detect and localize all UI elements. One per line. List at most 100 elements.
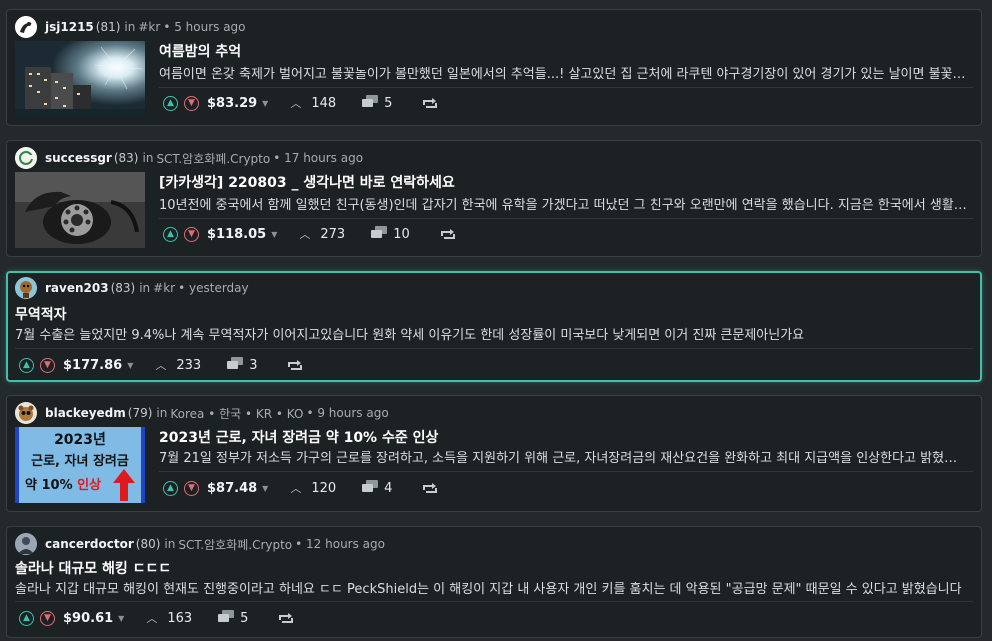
community-link[interactable]: SCT.암호화폐.Crypto (156, 150, 270, 167)
thumbnail-line3-a: 약 10% (25, 478, 73, 493)
votes-count[interactable]: ︿ 148 (290, 95, 336, 111)
chevron-up-circle-icon[interactable]: ▲ (163, 480, 178, 496)
community-link[interactable]: Korea • 한국 • KR • KO (170, 405, 303, 422)
post-title[interactable]: 솔라나 대규모 해킹 ㄷㄷㄷ (15, 558, 965, 578)
community-link[interactable]: #kr (138, 20, 160, 34)
reblog-icon[interactable] (287, 359, 303, 372)
community-link[interactable]: #kr (153, 281, 175, 295)
chevron-down-circle-icon[interactable]: ▼ (184, 95, 199, 111)
reblog-icon[interactable] (422, 482, 438, 495)
chevron-up-circle-icon[interactable]: ▲ (19, 610, 34, 626)
reblog-icon[interactable] (422, 97, 438, 110)
in-label: in (156, 406, 168, 420)
divider (159, 471, 973, 472)
in-label: in (142, 151, 154, 165)
author-reputation: (79) (127, 406, 153, 420)
chevron-down-circle-icon[interactable]: ▼ (184, 226, 199, 242)
community-link[interactable]: SCT.암호화폐.Crypto (178, 536, 292, 553)
votes-count[interactable]: ︿ 233 (155, 357, 201, 373)
comments-icon (362, 479, 379, 497)
divider (159, 218, 973, 219)
chevron-up-icon: ︿ (299, 228, 311, 241)
post-meta: successgr (83) in SCT.암호화폐.Crypto • 17 h… (15, 146, 363, 170)
votes-number: 233 (176, 357, 202, 373)
author-reputation: (80) (135, 537, 161, 551)
post-card[interactable]: successgr (83) in SCT.암호화폐.Crypto • 17 h… (6, 140, 982, 257)
post-card[interactable]: jsj1215 (81) in #kr • 5 hours ago 여름밤의 추… (6, 9, 982, 126)
post-excerpt[interactable]: 솔라나 지갑 대규모 해킹이 현재도 진행중이라고 하네요 ㄷㄷ PeckShi… (15, 578, 965, 597)
chevron-down-circle-icon[interactable]: ▼ (40, 357, 55, 373)
avatar[interactable] (15, 533, 37, 555)
post-excerpt[interactable]: 여름이면 온갖 축제가 벌어지고 불꽃놀이가 볼만했던 일본에서의 추억들...… (159, 63, 969, 82)
arrow-up-icon (113, 469, 135, 501)
author-link[interactable]: raven203 (45, 281, 109, 295)
payout-dropdown-icon[interactable]: ▼ (262, 484, 268, 493)
avatar[interactable] (15, 277, 37, 299)
payout-value[interactable]: $90.61 (63, 611, 113, 626)
post-thumbnail[interactable]: 2023년 근로, 자녀 장려금 약 10% 인상 (15, 427, 145, 503)
post-thumbnail[interactable] (15, 41, 145, 117)
votes-count[interactable]: ︿ 273 (299, 226, 345, 242)
post-meta: cancerdoctor (80) in SCT.암호화폐.Crypto • 1… (15, 532, 385, 556)
post-excerpt[interactable]: 7월 수출은 늘었지만 9.4%나 계속 무역적자가 이어지고있습니다 원화 약… (15, 324, 965, 343)
post-time: • yesterday (178, 281, 249, 295)
payout-value[interactable]: $118.05 (207, 227, 266, 242)
payout-value[interactable]: $87.48 (207, 481, 257, 496)
chevron-up-icon: ︿ (146, 612, 158, 625)
comments-count[interactable]: 10 (371, 225, 410, 243)
post-title[interactable]: 무역적자 (15, 304, 965, 324)
post-actions: ▲ ▼ $90.61 ▼ ︿ 163 5 (19, 607, 294, 629)
post-card[interactable]: cancerdoctor (80) in SCT.암호화폐.Crypto • 1… (6, 526, 982, 638)
avatar[interactable] (15, 147, 37, 169)
author-reputation: (83) (113, 151, 139, 165)
reblog-icon[interactable] (278, 612, 294, 625)
chevron-down-circle-icon[interactable]: ▼ (184, 480, 199, 496)
post-title[interactable]: 2023년 근로, 자녀 장려금 약 10% 수준 인상 (159, 427, 969, 447)
chevron-down-circle-icon[interactable]: ▼ (40, 610, 55, 626)
post-card[interactable]: raven203 (83) in #kr • yesterday 무역적자 7월… (6, 271, 982, 382)
comments-count[interactable]: 4 (362, 479, 392, 497)
author-reputation: (83) (110, 281, 136, 295)
avatar[interactable] (15, 402, 37, 424)
payout-value[interactable]: $83.29 (207, 96, 257, 111)
post-excerpt[interactable]: 7월 21일 정부가 저소득 가구의 근로를 장려하고, 소득을 지원하기 위해… (159, 447, 969, 466)
post-meta: blackeyedm (79) in Korea • 한국 • KR • KO … (15, 401, 389, 425)
post-title[interactable]: [카카생각] 220803 _ 생각나면 바로 연락하세요 (159, 172, 969, 192)
votes-count[interactable]: ︿ 163 (146, 610, 192, 626)
reblog-icon[interactable] (440, 228, 456, 241)
divider (15, 601, 973, 602)
payout-dropdown-icon[interactable]: ▼ (262, 99, 268, 108)
comments-count[interactable]: 5 (362, 94, 392, 112)
votes-number: 163 (167, 610, 193, 626)
comments-icon (218, 609, 235, 627)
votes-number: 120 (311, 480, 337, 496)
chevron-up-circle-icon[interactable]: ▲ (19, 357, 34, 373)
post-excerpt[interactable]: 10년전에 중국에서 함께 일했던 친구(동생)인데 갑자기 한국에 유학을 가… (159, 194, 969, 213)
payout-dropdown-icon[interactable]: ▼ (118, 614, 124, 623)
author-link[interactable]: jsj1215 (45, 20, 94, 34)
payout-value[interactable]: $177.86 (63, 358, 122, 373)
post-title[interactable]: 여름밤의 추억 (159, 41, 969, 61)
post-card[interactable]: blackeyedm (79) in Korea • 한국 • KR • KO … (6, 395, 982, 512)
author-link[interactable]: cancerdoctor (45, 537, 134, 551)
post-meta: jsj1215 (81) in #kr • 5 hours ago (15, 15, 246, 39)
votes-number: 273 (320, 226, 346, 242)
author-link[interactable]: successgr (45, 151, 112, 165)
chevron-up-icon: ︿ (290, 482, 302, 495)
comments-count[interactable]: 3 (227, 356, 257, 374)
votes-number: 148 (311, 95, 337, 111)
author-reputation: (81) (95, 20, 121, 34)
chevron-up-circle-icon[interactable]: ▲ (163, 95, 178, 111)
chevron-up-circle-icon[interactable]: ▲ (163, 226, 178, 242)
payout-dropdown-icon[interactable]: ▼ (271, 230, 277, 239)
payout-dropdown-icon[interactable]: ▼ (127, 361, 133, 370)
post-actions: ▲ ▼ $118.05 ▼ ︿ 273 10 (163, 223, 456, 245)
author-link[interactable]: blackeyedm (45, 406, 126, 420)
in-label: in (124, 20, 136, 34)
avatar[interactable] (15, 16, 37, 38)
comments-count[interactable]: 5 (218, 609, 248, 627)
thumbnail-line1: 2023년 (54, 432, 106, 448)
thumbnail-line2: 근로, 자녀 장려금 (31, 454, 129, 469)
post-thumbnail[interactable] (15, 172, 145, 248)
votes-count[interactable]: ︿ 120 (290, 480, 336, 496)
